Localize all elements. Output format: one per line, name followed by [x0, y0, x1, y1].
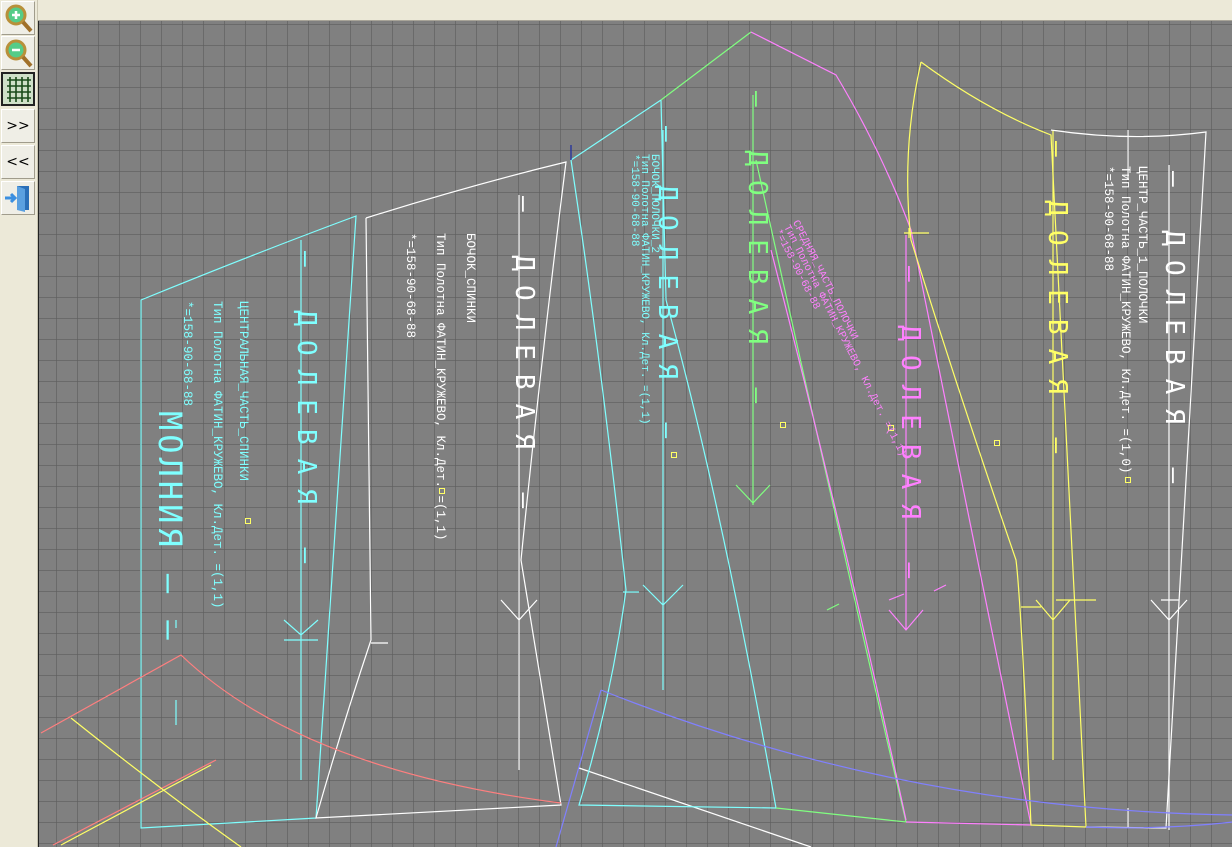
prev-button[interactable]: <<	[1, 145, 35, 179]
piece-fabric: Тип Полотна ФАТИН_КРУЖЕВО, Кл.Дет. =(1,1…	[433, 233, 447, 541]
marker	[994, 440, 1000, 446]
next-button[interactable]: >>	[1, 109, 35, 143]
piece-fabric: Тип Полотна ФАТИН_КРУЖЕВО, Кл.Дет. =(1,1…	[638, 154, 650, 425]
exit-door-icon	[5, 186, 29, 212]
exit-button[interactable]	[1, 181, 35, 215]
piece-size: *=158-90-68-88	[403, 233, 417, 339]
piece-size: *=158-90-68-88	[1101, 166, 1115, 272]
grain-label: — ДОЛЕВАЯ —	[1159, 171, 1189, 498]
piece-title: ЦЕНТР_ЧАСТЬ_1_ПОЛОЧКИ	[1135, 166, 1149, 324]
grain-label: — ДОЛЕВАЯ —	[1042, 141, 1072, 468]
piece-title: ЦЕНТРАЛЬНАЯ_ЧАСТЬ_СПИНКИ	[236, 301, 250, 482]
grain-label: — ДОЛЕВАЯ —	[742, 91, 772, 418]
top-bar	[38, 0, 1232, 21]
zoom-out-button[interactable]	[1, 36, 35, 70]
zoom-in-button[interactable]	[1, 1, 35, 35]
zoom-in-icon	[5, 4, 33, 33]
piece-size: *=158-90-68-88	[180, 301, 194, 407]
marker	[780, 422, 786, 428]
grain-label: — ДОЛЕВАЯ —	[652, 126, 682, 453]
piece-title: БОЧОК_СПИНКИ	[463, 233, 477, 324]
grid-icon	[7, 77, 31, 102]
zipper-line-label: МОЛНИЯ — —	[151, 411, 189, 644]
piece-size: *=158-90-68-88	[628, 154, 640, 247]
marker	[245, 518, 251, 524]
grid-toggle-button[interactable]	[1, 72, 35, 106]
zoom-out-icon	[5, 39, 33, 68]
pattern-canvas[interactable]: ЦЕНТРАЛЬНАЯ_ЧАСТЬ_СПИНКИ Тип Полотна ФАТ…	[38, 21, 1232, 847]
marker	[671, 452, 677, 458]
piece-fabric: Тип Полотна ФАТИН_КРУЖЕВО, Кл.Дет. =(1,0…	[1118, 166, 1132, 474]
grain-label: — ДОЛЕВАЯ —	[509, 196, 539, 523]
marker	[1125, 477, 1131, 483]
next-label: >>	[6, 118, 30, 134]
toolbar: >> <<	[0, 0, 38, 847]
prev-label: <<	[6, 154, 30, 170]
grain-label: — ДОЛЕВАЯ —	[895, 266, 925, 593]
piece-fabric: Тип Полотна ФАТИН_КРУЖЕВО, Кл.Дет. =(1,1…	[210, 301, 224, 609]
grain-label: — ДОЛЕВАЯ —	[291, 251, 321, 578]
